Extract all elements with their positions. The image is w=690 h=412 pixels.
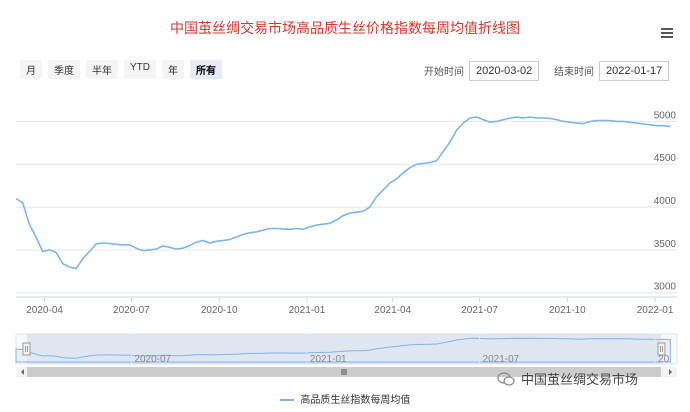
watermark: 中国茧丝绸交易市场 [497,369,638,388]
y-tick-label: 5000 [654,110,677,121]
y-axis-ticks: 3000 3500 4000 4500 5000 [654,110,677,292]
x-tick-label: 2021-10 [549,305,586,316]
x-tick-label: 2022-01 [637,305,674,316]
wechat-icon [497,371,515,386]
watermark-text: 中国茧丝绸交易市场 [521,372,639,387]
y-tick-label: 3500 [654,239,677,250]
y-tick-label: 3000 [654,282,677,293]
legend-line-icon [279,399,294,402]
navigator-tick-label: 2020-07 [134,354,171,365]
line-chart: 30003500400045005000 2020-04 2020-07 2020-… [15,110,678,377]
y-tick-label: 4500 [654,153,677,164]
series-line [15,116,671,270]
navigator-handle-left[interactable] [22,342,31,356]
x-tick-label: 2021-01 [289,305,326,316]
navigator-tick-label: 2021-07 [483,354,520,365]
grid-lines [16,120,677,294]
x-axis-ticks: 2020-04 2020-07 2020-10 2021-01 2021-04 2021-… [26,297,674,316]
x-tick-label: 2020-04 [26,305,63,316]
legend[interactable]: 高品质生丝指数每周均值 [0,391,690,406]
y-tick-label: 4000 [654,196,677,207]
navigator-handle-right[interactable] [657,342,666,356]
x-tick-label: 2020-10 [201,305,238,316]
navigator-tick-label: 20 [658,354,670,365]
x-tick-label: 2021-04 [374,305,411,316]
legend-label: 高品质生丝指数每周均值 [300,395,411,406]
x-tick-label: 2021-07 [461,305,498,316]
x-tick-label: 2020-07 [113,305,150,316]
navigator-tick-label: 2021-01 [310,354,347,365]
